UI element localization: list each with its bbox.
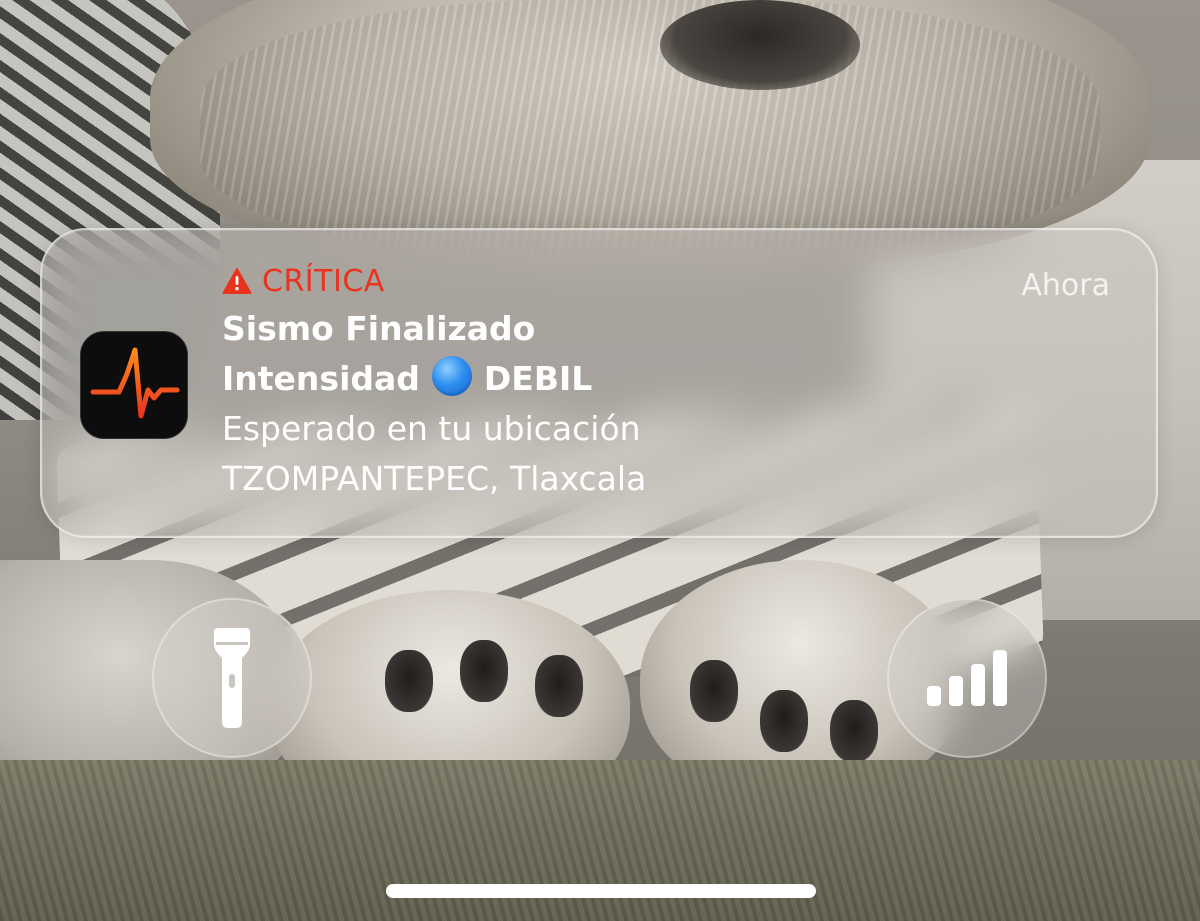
notification-content: CRÍTICA Ahora Sismo Finalizado Intensida…: [222, 258, 1116, 504]
wallpaper-paw-toe: [690, 660, 738, 722]
notification-location: TZOMPANTEPEC, Tlaxcala: [222, 459, 647, 498]
wallpaper-dog-nose: [660, 0, 860, 90]
intensity-label: Intensidad: [222, 359, 420, 398]
flashlight-button[interactable]: [152, 598, 312, 758]
wallpaper-paw-toe: [460, 640, 508, 702]
signal-button[interactable]: [887, 598, 1047, 758]
notification-title: Sismo Finalizado: [222, 309, 536, 348]
wallpaper-paw-toe: [535, 655, 583, 717]
flashlight-icon: [214, 628, 250, 728]
warning-triangle-icon: [222, 267, 252, 295]
intensity-line: Intensidad DEBIL: [222, 354, 1116, 404]
wallpaper-paw-toe: [760, 690, 808, 752]
wallpaper-fur-texture: [200, 0, 1100, 260]
blue-circle-icon: [431, 356, 472, 396]
intensity-level: DEBIL: [483, 359, 593, 398]
wallpaper-paw-toe: [385, 650, 433, 712]
notification-message: Esperado en tu ubicación: [222, 409, 641, 448]
severity-label: CRÍTICA: [262, 263, 385, 299]
seismic-waveform-icon: [80, 331, 188, 439]
severity-row: CRÍTICA: [222, 258, 1116, 304]
wallpaper-paw-toe: [830, 700, 878, 762]
notification-timestamp: Ahora: [1021, 268, 1110, 303]
earthquake-alert-notification[interactable]: CRÍTICA Ahora Sismo Finalizado Intensida…: [40, 228, 1158, 538]
home-indicator[interactable]: [386, 884, 816, 898]
signal-bars-icon: [927, 650, 1007, 706]
